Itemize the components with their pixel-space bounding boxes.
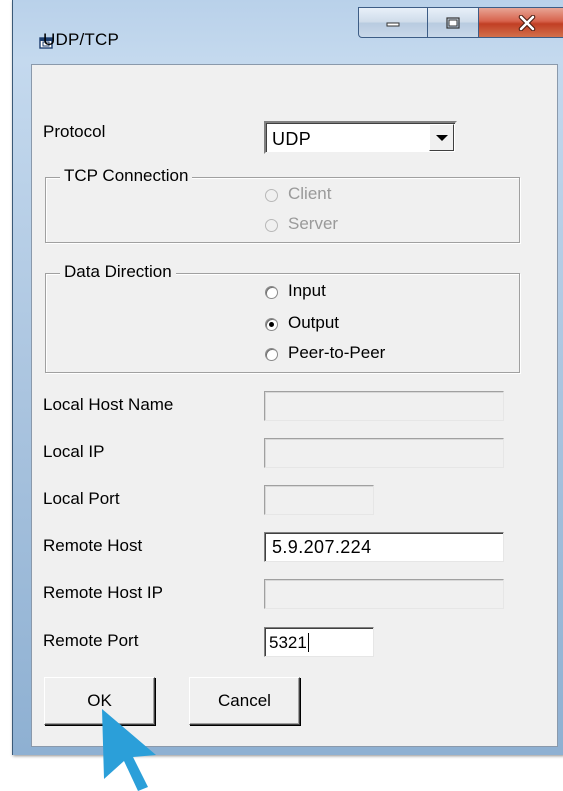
remote-host-ip-label: Remote Host IP: [43, 583, 163, 602]
local-port-label: Local Port: [43, 489, 120, 508]
minimize-icon: [386, 22, 400, 26]
remote-host-label: Remote Host: [43, 536, 143, 555]
chevron-down-icon[interactable]: [429, 124, 454, 151]
maximize-icon: [446, 16, 460, 29]
input-radio[interactable]: [265, 286, 278, 299]
window-title: UDP/TCP: [43, 30, 120, 49]
tcp-client-radio[interactable]: [265, 189, 278, 202]
tcp-server-radio[interactable]: [265, 219, 278, 232]
local-ip-label: Local IP: [43, 442, 105, 461]
tcp-client-label: Client: [288, 184, 332, 203]
mouse-pointer-icon: [102, 709, 156, 791]
data-direction-legend: Data Direction: [60, 262, 176, 282]
remote-port-label: Remote Port: [43, 631, 139, 650]
tcp-connection-legend: TCP Connection: [60, 166, 193, 186]
local-host-name-label: Local Host Name: [43, 395, 174, 414]
peer-to-peer-radio-label: Peer-to-Peer: [288, 343, 386, 362]
cancel-button[interactable]: Cancel: [189, 677, 300, 725]
remote-port-field[interactable]: 5321: [264, 627, 374, 657]
protocol-value: UDP: [272, 129, 312, 149]
local-host-name-field[interactable]: [264, 391, 504, 421]
tcp-server-label: Server: [288, 214, 339, 233]
close-icon: [518, 14, 536, 31]
tcp-connection-group: TCP Connection Client Server: [45, 166, 520, 243]
data-direction-group: Data Direction Input Output Peer-to-Peer: [45, 262, 520, 373]
protocol-dropdown[interactable]: UDP: [264, 121, 457, 154]
protocol-label: Protocol: [43, 122, 106, 141]
output-radio-label: Output: [288, 313, 340, 332]
peer-to-peer-radio[interactable]: [265, 348, 278, 361]
dialog-client-area: Protocol UDP TCP Connection Client Serve…: [31, 64, 558, 747]
local-port-field[interactable]: [264, 485, 374, 515]
minimize-button[interactable]: [358, 7, 428, 38]
close-button[interactable]: [478, 7, 563, 38]
text-caret: [307, 633, 309, 652]
remote-host-field[interactable]: 5.9.207.224: [264, 532, 504, 562]
dialog-window: UDP/TCP Protocol UDP TCP Connection Clie…: [12, 0, 563, 755]
input-radio-label: Input: [288, 281, 326, 300]
output-radio[interactable]: [265, 318, 278, 331]
maximize-button[interactable]: [427, 7, 479, 38]
remote-port-value: 5321: [269, 633, 307, 652]
local-ip-field[interactable]: [264, 438, 504, 468]
remote-host-ip-field[interactable]: [264, 579, 504, 609]
